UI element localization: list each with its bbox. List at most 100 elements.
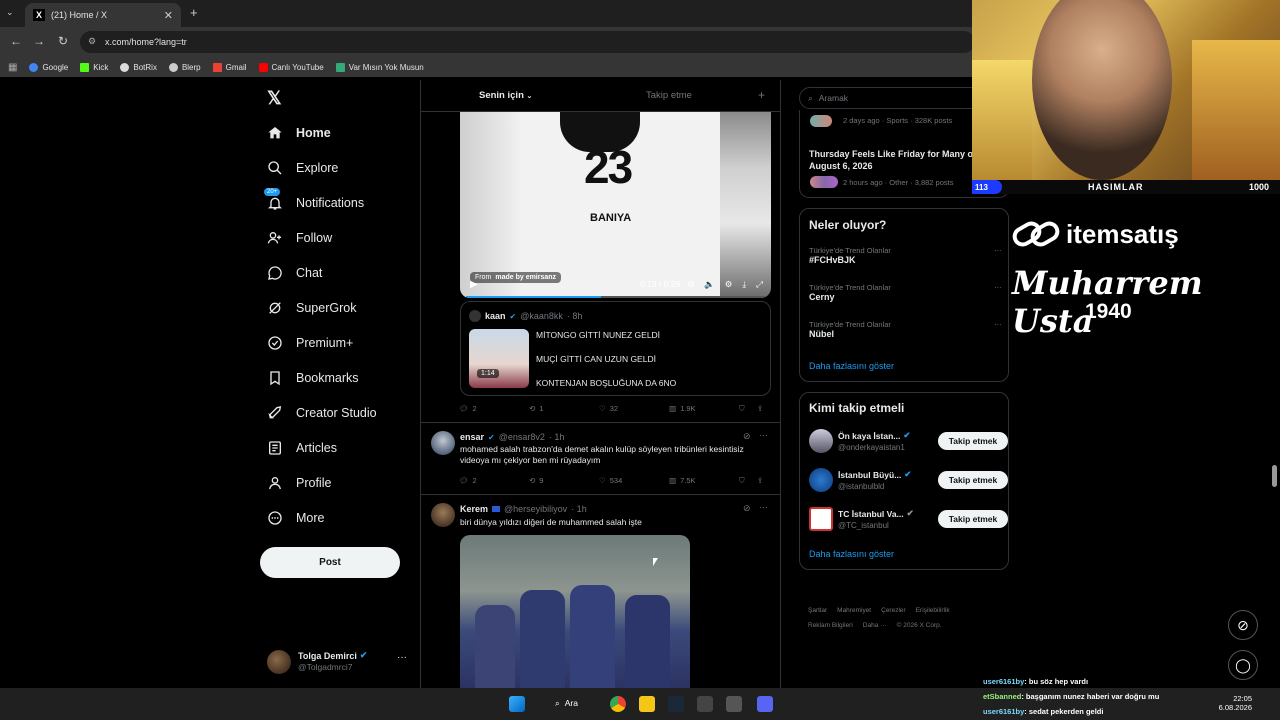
sidebar-item-chat[interactable]: Chat xyxy=(267,265,322,281)
reply-button[interactable]: 💬︎ 2 xyxy=(459,404,477,413)
sidebar-item-notifications[interactable]: 20+ Notifications xyxy=(264,188,364,211)
sidebar-item-supergrok[interactable]: SuperGrok xyxy=(267,300,356,316)
like-button[interactable]: ♡ 32 xyxy=(599,404,618,413)
tab-following[interactable]: Takip etme xyxy=(646,90,692,101)
trend-item[interactable]: Türkiye'de Trend Olanlar Nübel ··· xyxy=(809,320,1004,348)
bookmark-gmail[interactable]: Gmail xyxy=(212,62,247,72)
tweet-ensar[interactable]: ensar ✔ @ensar8v2 · 1h ⊘ ··· mohamed sal… xyxy=(421,423,780,495)
pip-icon[interactable]: ⤓ xyxy=(742,279,746,290)
url-field[interactable]: ⚙ x.com/home?lang=tr xyxy=(80,31,975,53)
app-icon[interactable] xyxy=(697,696,713,712)
follow-suggestion[interactable]: İstanbul Büyü... ✔ @istanbulbld Takip etm… xyxy=(809,468,1009,494)
tab-search-icon[interactable]: ⌄ xyxy=(6,7,14,18)
back-icon[interactable]: ← xyxy=(10,34,22,48)
folder-icon[interactable] xyxy=(639,696,655,712)
page-scrollbar[interactable] xyxy=(1272,465,1277,487)
sidebar-item-articles[interactable]: Articles xyxy=(267,440,337,456)
steam-icon[interactable] xyxy=(668,696,684,712)
account-switcher[interactable]: Tolga Demirci ✔ @Tolgadmrci7 ··· xyxy=(267,648,412,678)
post-button[interactable]: Post xyxy=(260,547,400,578)
tab-for-you[interactable]: Senin için ⌄ xyxy=(479,90,532,101)
show-more-link[interactable]: Daha fazlasını göster xyxy=(809,361,894,371)
browser-tab[interactable]: X (21) Home / X ✕ xyxy=(25,3,181,27)
sidebar-item-home[interactable]: Home xyxy=(267,125,331,141)
trend-more-icon[interactable]: ··· xyxy=(994,246,1002,255)
apps-grid-icon[interactable]: ▦ xyxy=(8,62,17,73)
sidebar-item-bookmarks[interactable]: Bookmarks xyxy=(267,370,359,386)
footer-link[interactable]: Erişilebilirlik xyxy=(916,607,950,614)
footer-link[interactable]: Reklam Bilgileri xyxy=(808,622,853,629)
bookmark-var-misin[interactable]: Var Mısın Yok Musun xyxy=(335,62,424,72)
quoted-tweet[interactable]: kaan ✔ @kaan8kk · 8h 1:14 MİTONGO GİTTİ … xyxy=(460,301,771,396)
account-more-icon[interactable]: ··· xyxy=(397,652,407,663)
follow-suggestion[interactable]: Ön kaya İstan... ✔ @onderkayaistan1 Takip… xyxy=(809,429,1009,455)
footer-link[interactable]: Şartlar xyxy=(808,607,827,614)
bookmark-kick[interactable]: Kick xyxy=(80,62,108,72)
grok-icon[interactable]: ⊘ xyxy=(743,431,751,442)
repost-button[interactable]: ⟲ 9 xyxy=(529,476,543,485)
add-tab-icon[interactable]: + xyxy=(758,88,765,102)
x-logo-icon[interactable]: 𝕏 xyxy=(267,88,282,109)
sidebar-item-premium[interactable]: Premium+ xyxy=(267,335,353,351)
sidebar-item-explore[interactable]: Explore xyxy=(267,160,338,176)
bookmark-blerp[interactable]: Blerp xyxy=(168,62,201,72)
settings-icon[interactable]: ⚙ xyxy=(725,279,733,290)
grok-icon[interactable]: ⊘ xyxy=(743,503,751,514)
tweet-more-icon[interactable]: ··· xyxy=(759,430,768,440)
footer-link[interactable]: Mahremiyet xyxy=(837,607,871,614)
trend-headline[interactable]: Thursday Feels Like Friday for Many on A… xyxy=(809,148,979,172)
share-button[interactable]: ⇪ xyxy=(757,404,763,413)
volume-icon[interactable]: 🔈 xyxy=(704,279,715,290)
sidebar-item-more[interactable]: More xyxy=(267,510,324,526)
follow-suggestion[interactable]: TC İstanbul Va... ✔ @TC_istanbul Takip et… xyxy=(809,507,1009,533)
trend-more-icon[interactable]: ··· xyxy=(994,283,1002,292)
captions-icon[interactable]: ⧉ xyxy=(688,279,694,290)
new-tab-icon[interactable]: + xyxy=(190,5,198,20)
sidebar-item-profile[interactable]: Profile xyxy=(267,475,331,491)
footer-link[interactable]: Daha ··· xyxy=(863,622,887,629)
grok-float-button[interactable]: ⊘ xyxy=(1228,610,1258,640)
views-button[interactable]: ▥ 1.9K xyxy=(669,404,696,413)
views-icon: ▥ xyxy=(669,476,677,485)
tweet-author-name: ensar xyxy=(460,432,485,442)
follow-button[interactable]: Takip etmek xyxy=(938,432,1008,450)
show-more-link[interactable]: Daha fazlasını göster xyxy=(809,549,894,559)
reply-button[interactable]: 💬︎ 2 xyxy=(459,476,477,485)
like-button[interactable]: ♡ 534 xyxy=(599,476,622,485)
follow-button[interactable]: Takip etmek xyxy=(938,471,1008,489)
views-button[interactable]: ▥ 7.5K xyxy=(669,476,696,485)
site-info-icon[interactable]: ⚙ xyxy=(88,36,96,47)
tweet-video[interactable]: 23 BANIYA From made by emirsanz ▶ 0:13 /… xyxy=(421,80,780,423)
app-icon[interactable] xyxy=(726,696,742,712)
trend-item[interactable]: Türkiye'de Trend Olanlar #FCHvBJK ··· xyxy=(809,246,1004,274)
messages-float-button[interactable]: ◯ xyxy=(1228,650,1258,680)
taskbar-search[interactable]: ⌕ Ara xyxy=(555,698,578,709)
sidebar-item-creator-studio[interactable]: Creator Studio xyxy=(267,405,377,421)
follow-button[interactable]: Takip etmek xyxy=(938,510,1008,528)
bookmark-botrix[interactable]: BotRix xyxy=(120,62,157,72)
share-button[interactable]: ⇪ xyxy=(757,476,763,485)
tweet-more-icon[interactable]: ··· xyxy=(759,502,768,512)
room-light-image xyxy=(972,60,1032,180)
footer-links: Şartlar Mahremiyet Çerezler Erişilebilir… xyxy=(808,607,950,614)
reload-icon[interactable]: ↻ xyxy=(58,34,68,48)
bookmark-youtube[interactable]: Canlı YouTube xyxy=(258,62,324,72)
chrome-icon[interactable] xyxy=(610,696,626,712)
discord-icon[interactable] xyxy=(757,696,773,712)
bookmark-button[interactable]: ⛉ xyxy=(739,404,745,414)
tab-close-icon[interactable]: ✕ xyxy=(164,9,173,22)
tweet-kerem[interactable]: Kerem @herseyibiliyov · 1h ⊘ ··· biri dü… xyxy=(421,495,780,688)
sidebar-item-follow[interactable]: Follow xyxy=(267,230,332,246)
trend-item[interactable]: Türkiye'de Trend Olanlar Cerny ··· xyxy=(809,283,1004,311)
forward-icon[interactable]: → xyxy=(33,34,45,48)
windows-start-icon[interactable] xyxy=(509,696,525,712)
repost-button[interactable]: ⟲ 1 xyxy=(529,404,543,413)
play-icon[interactable]: ▶ xyxy=(470,279,478,290)
bookmark-button[interactable]: ⛉ xyxy=(739,476,745,486)
clock[interactable]: 22:05 6.08.2026 xyxy=(1202,694,1252,712)
trend-more-icon[interactable]: ··· xyxy=(994,320,1002,329)
bookmark-google[interactable]: Google xyxy=(29,62,68,72)
fullscreen-icon[interactable]: ⤢ xyxy=(756,279,763,290)
chat-message: user6161by: bu söz hep vardı xyxy=(983,677,1089,686)
footer-link[interactable]: Çerezler xyxy=(881,607,906,614)
